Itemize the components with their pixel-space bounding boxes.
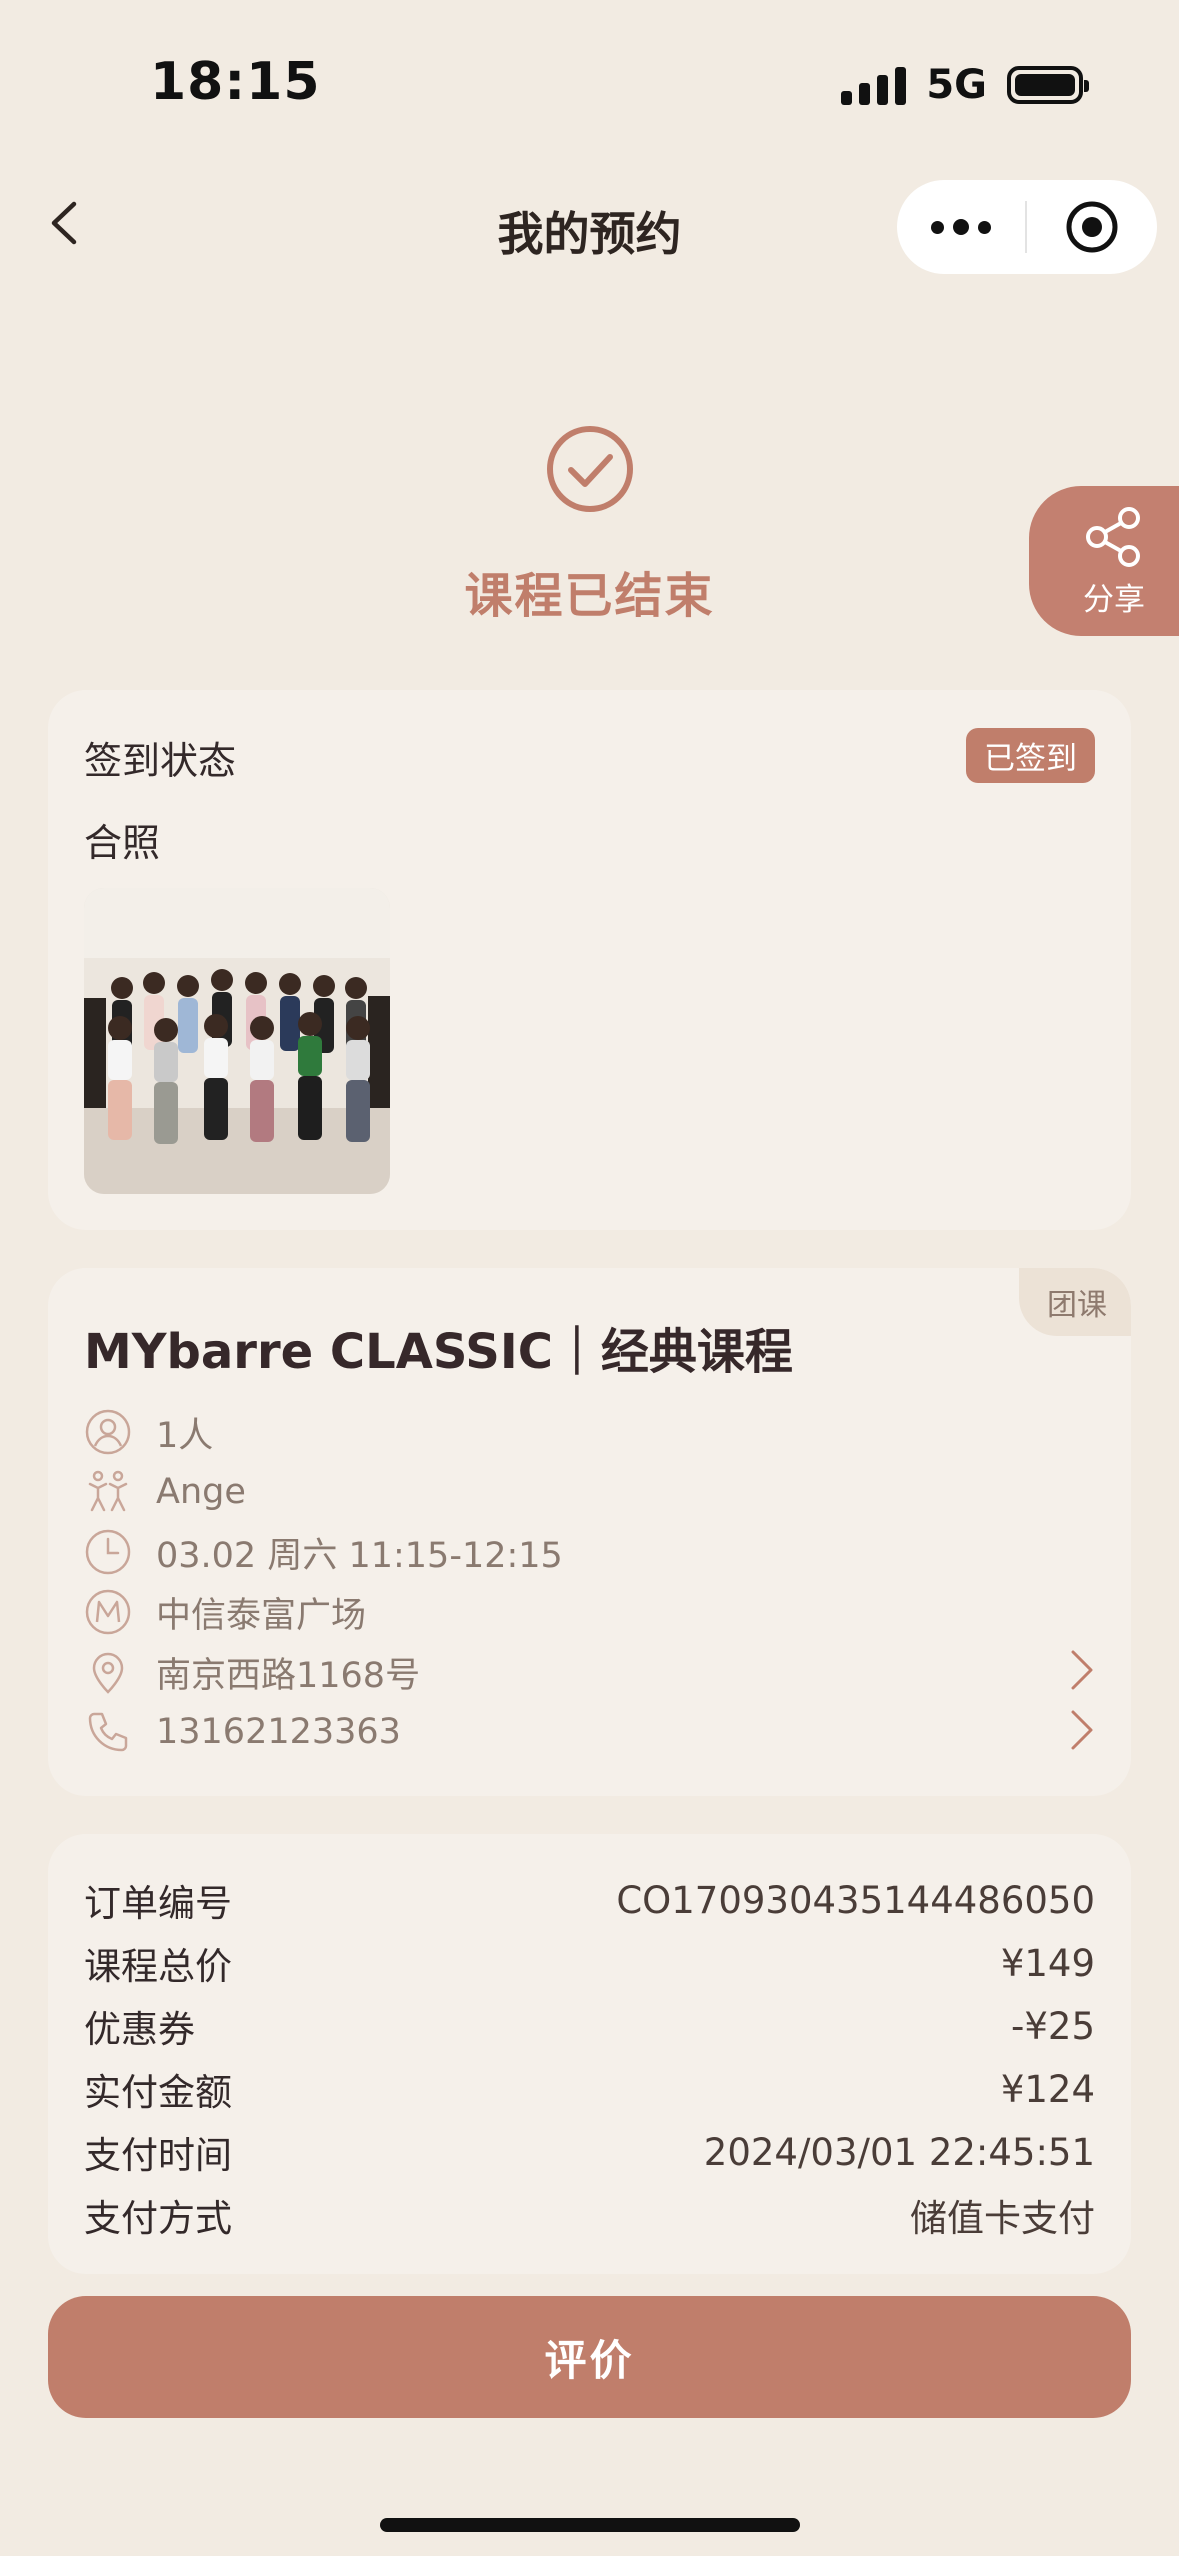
chevron-right-icon — [1067, 1708, 1095, 1756]
order-label: 优惠券 — [84, 2008, 195, 2051]
studio-address: 南京西路1168号 — [156, 1655, 421, 1696]
status-badge: 已签到 — [966, 728, 1095, 783]
phone-icon — [84, 1708, 132, 1756]
group-photo[interactable] — [84, 888, 390, 1194]
dancers-icon — [84, 1468, 132, 1516]
info-row-phone[interactable]: 13162123363 — [84, 1702, 1095, 1762]
order-row: 实付金额 ¥124 — [84, 2059, 1095, 2119]
status-time: 18:15 — [150, 52, 321, 112]
group-photo-image — [84, 888, 390, 1194]
review-button[interactable]: 评价 — [48, 2296, 1131, 2418]
order-label: 订单编号 — [84, 1882, 232, 1925]
people-count: 1人 — [156, 1415, 214, 1456]
course-status-text: 课程已结束 — [464, 568, 715, 624]
order-label: 支付方式 — [84, 2197, 232, 2240]
course-card: 团课 MYbarre CLASSIC｜经典课程 1人 Ange 03.02 周六… — [48, 1268, 1131, 1796]
target-icon — [1066, 201, 1118, 253]
check-circle-icon — [545, 424, 635, 518]
info-row-people: 1人 — [84, 1402, 1095, 1462]
more-dot-icon — [953, 219, 969, 235]
order-row: 课程总价 ¥149 — [84, 1933, 1095, 1993]
network-label: 5G — [926, 62, 987, 108]
info-row-time: 03.02 周六 11:15-12:15 — [84, 1522, 1095, 1582]
person-icon — [84, 1408, 132, 1456]
close-mini-program-button[interactable] — [1027, 199, 1157, 255]
order-card: 订单编号 CO170930435144486050 课程总价 ¥149 优惠券 … — [48, 1834, 1131, 2274]
order-row: 优惠券 -¥25 — [84, 1996, 1095, 2056]
location-pin-icon — [84, 1648, 132, 1696]
order-value: ¥149 — [1000, 1941, 1095, 1985]
studio-name: 中信泰富广场 — [156, 1595, 367, 1636]
order-value: ¥124 — [1000, 2067, 1095, 2111]
order-value: -¥25 — [1011, 2004, 1095, 2048]
clock-icon — [84, 1528, 132, 1576]
coach-name: Ange — [156, 1472, 246, 1512]
course-title: MYbarre CLASSIC｜经典课程 — [84, 1324, 793, 1380]
more-dot-icon — [978, 220, 991, 234]
info-row-studio: 中信泰富广场 — [84, 1582, 1095, 1642]
class-time: 03.02 周六 11:15-12:15 — [156, 1535, 563, 1576]
order-row: 支付时间 2024/03/01 22:45:51 — [84, 2122, 1095, 2182]
share-button[interactable]: 分享 — [1029, 486, 1179, 636]
order-row: 支付方式 储值卡支付 — [84, 2185, 1095, 2245]
brand-m-icon — [84, 1588, 132, 1636]
order-label: 课程总价 — [84, 1945, 232, 1988]
group-photo-label: 合照 — [84, 821, 161, 865]
home-indicator — [380, 2518, 800, 2532]
mini-program-capsule — [897, 180, 1157, 274]
more-button[interactable] — [897, 219, 1025, 235]
course-type-tag: 团课 — [1019, 1268, 1131, 1336]
battery-icon — [1007, 66, 1089, 104]
info-row-coach: Ange — [84, 1462, 1095, 1522]
order-row: 订单编号 CO170930435144486050 — [84, 1870, 1095, 1930]
order-value: 储值卡支付 — [910, 2197, 1095, 2240]
info-row-address[interactable]: 南京西路1168号 — [84, 1642, 1095, 1702]
checkin-status-label: 签到状态 — [84, 739, 237, 783]
signal-icon — [841, 65, 907, 105]
more-dot-icon — [931, 220, 944, 234]
order-label: 支付时间 — [84, 2134, 232, 2177]
share-label: 分享 — [1083, 582, 1145, 618]
status-indicators: 5G — [841, 62, 1089, 108]
order-value: CO170930435144486050 — [616, 1878, 1095, 1922]
checkin-card: 签到状态 已签到 合照 — [48, 690, 1131, 1230]
share-icon — [1086, 507, 1140, 567]
chevron-right-icon — [1067, 1648, 1095, 1696]
studio-phone: 13162123363 — [156, 1712, 401, 1752]
order-value: 2024/03/01 22:45:51 — [703, 2130, 1095, 2174]
order-label: 实付金额 — [84, 2071, 232, 2114]
